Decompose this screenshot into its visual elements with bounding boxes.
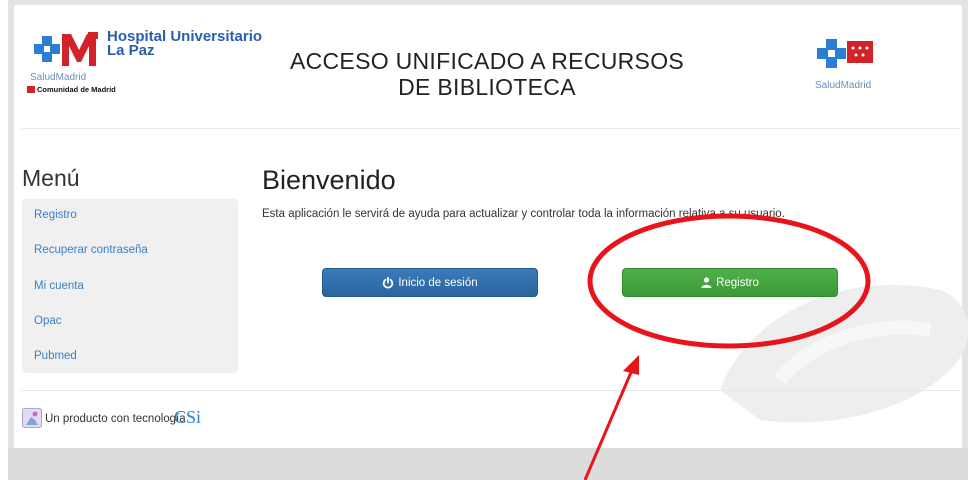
user-icon <box>701 277 712 288</box>
sidebar-item-registro[interactable]: Registro <box>34 209 77 221</box>
sidebar-item-recuperar-contrasena[interactable]: Recuperar contraseña <box>34 244 148 256</box>
frame-top <box>8 0 968 5</box>
csi-brand: CSi <box>174 407 202 427</box>
footer-divider <box>22 390 960 391</box>
watermark-logo <box>720 284 969 423</box>
frame-bottom <box>8 448 968 480</box>
header-divider <box>22 128 960 129</box>
welcome-description: Esta aplicación le servirá de ayuda para… <box>262 208 785 220</box>
sidebar-item-mi-cuenta[interactable]: Mi cuenta <box>34 280 84 292</box>
salud-madrid-right-label: SaludMadrid <box>815 80 872 91</box>
register-button[interactable]: Registro <box>622 268 838 297</box>
salud-madrid-logo <box>817 39 873 68</box>
menu-title: Menú <box>22 165 80 191</box>
welcome-heading: Bienvenido <box>262 165 396 195</box>
sidebar-item-pubmed[interactable]: Pubmed <box>34 350 77 362</box>
register-button-label: Registro <box>716 276 759 289</box>
product-icon <box>22 408 42 428</box>
footer-text: Un producto con tecnología <box>45 413 186 425</box>
login-button-label: Inicio de sesión <box>398 276 478 289</box>
sidebar-item-opac[interactable]: Opac <box>34 315 62 327</box>
login-button[interactable]: Inicio de sesión <box>322 268 538 297</box>
power-icon <box>383 276 394 288</box>
